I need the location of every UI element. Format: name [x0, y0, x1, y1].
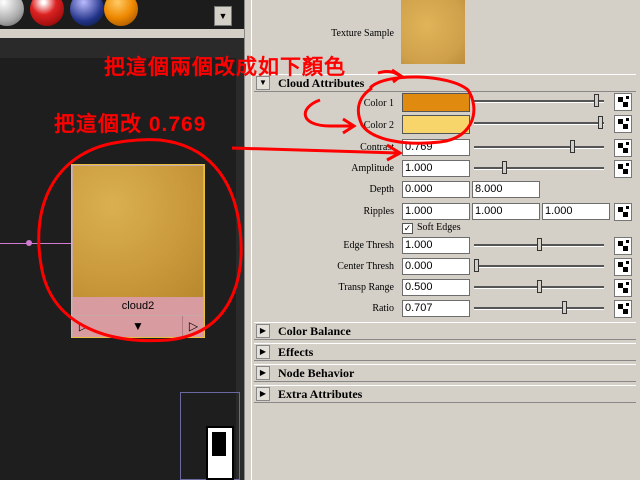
transp-range-label: Transp Range	[338, 282, 394, 293]
section-title: Color Balance	[278, 324, 351, 338]
contrast-slider[interactable]	[474, 139, 604, 156]
annotation-text-contrast: 把這個改 0.769	[54, 113, 207, 136]
depth-field-2[interactable]: 8.000	[472, 181, 540, 198]
node-expand-button[interactable]: ▼	[94, 316, 182, 337]
expand-arrow-icon[interactable]: ▶	[256, 387, 270, 401]
section-color-balance[interactable]: ▶ Color Balance	[254, 322, 636, 340]
texture-sample-label: Texture Sample	[331, 28, 394, 39]
section-extra-attributes[interactable]: ▶ Extra Attributes	[254, 385, 636, 403]
section-effects[interactable]: ▶ Effects	[254, 343, 636, 361]
ripples-map-button[interactable]	[614, 203, 632, 221]
ripples-field-2[interactable]: 1.000	[472, 203, 540, 220]
connection-dot[interactable]	[26, 240, 32, 246]
ratio-map-button[interactable]	[614, 300, 632, 318]
color2-map-button[interactable]	[614, 115, 632, 133]
lower-node-icon[interactable]	[206, 426, 234, 480]
edge-thresh-label: Edge Thresh	[343, 240, 394, 251]
annotation-text-colors: 把這個兩個改成如下顏色	[104, 56, 346, 79]
ratio-field[interactable]: 0.707	[402, 300, 470, 317]
color1-slider[interactable]	[474, 93, 604, 110]
node-swatch	[73, 166, 203, 297]
color1-label: Color 1	[363, 98, 394, 109]
center-thresh-map-button[interactable]	[614, 258, 632, 276]
expand-arrow-icon[interactable]: ▶	[256, 345, 270, 359]
strip-divider	[0, 29, 248, 38]
ripples-field-1[interactable]: 1.000	[402, 203, 470, 220]
swatch-ball-grey[interactable]	[0, 0, 24, 26]
node-name: cloud2	[73, 297, 203, 315]
color1-map-button[interactable]	[614, 93, 632, 111]
depth-field-1[interactable]: 0.000	[402, 181, 470, 198]
contrast-label: Contrast	[360, 142, 394, 153]
edge-thresh-map-button[interactable]	[614, 237, 632, 255]
amplitude-map-button[interactable]	[614, 160, 632, 178]
color2-label: Color 2	[363, 120, 394, 131]
amplitude-slider[interactable]	[474, 160, 604, 177]
strip-scroll-down-button[interactable]: ▼	[214, 6, 232, 26]
connection-line[interactable]	[0, 243, 78, 244]
ripples-label: Ripples	[363, 206, 394, 217]
cloud2-node[interactable]: cloud2 ▷ ▼ ▷	[71, 164, 205, 338]
node-output-button[interactable]: ▷	[182, 316, 204, 337]
edge-thresh-field[interactable]: 1.000	[402, 237, 470, 254]
ratio-slider[interactable]	[474, 300, 604, 317]
ratio-label: Ratio	[372, 303, 394, 314]
amplitude-field[interactable]: 1.000	[402, 160, 470, 177]
soft-edges-checkbox[interactable]: ✓	[402, 223, 413, 234]
swatch-ball-orange[interactable]	[104, 0, 138, 26]
swatch-ball-red[interactable]	[30, 0, 64, 26]
center-thresh-slider[interactable]	[474, 258, 604, 275]
transp-range-field[interactable]: 0.500	[402, 279, 470, 296]
color2-swatch[interactable]	[402, 115, 470, 134]
ripples-field-3[interactable]: 1.000	[542, 203, 610, 220]
soft-edges-label: Soft Edges	[417, 222, 461, 233]
color1-swatch[interactable]	[402, 93, 470, 112]
edge-thresh-slider[interactable]	[474, 237, 604, 254]
transp-range-map-button[interactable]	[614, 279, 632, 297]
node-input-button[interactable]: ▷	[73, 316, 95, 337]
color2-slider[interactable]	[474, 115, 604, 132]
texture-sample-swatch	[401, 0, 465, 64]
section-title: Extra Attributes	[278, 387, 363, 401]
expand-arrow-icon[interactable]: ▶	[256, 366, 270, 380]
contrast-field[interactable]: 0.769	[402, 139, 470, 156]
section-title: Node Behavior	[278, 366, 355, 380]
contrast-map-button[interactable]	[614, 139, 632, 157]
section-node-behavior[interactable]: ▶ Node Behavior	[254, 364, 636, 382]
expand-arrow-icon[interactable]: ▶	[256, 324, 270, 338]
amplitude-label: Amplitude	[351, 163, 394, 174]
depth-label: Depth	[369, 184, 394, 195]
transp-range-slider[interactable]	[474, 279, 604, 296]
center-thresh-label: Center Thresh	[337, 261, 394, 272]
center-thresh-field[interactable]: 0.000	[402, 258, 470, 275]
section-title: Effects	[278, 345, 314, 359]
swatch-ball-blue[interactable]	[70, 0, 104, 26]
